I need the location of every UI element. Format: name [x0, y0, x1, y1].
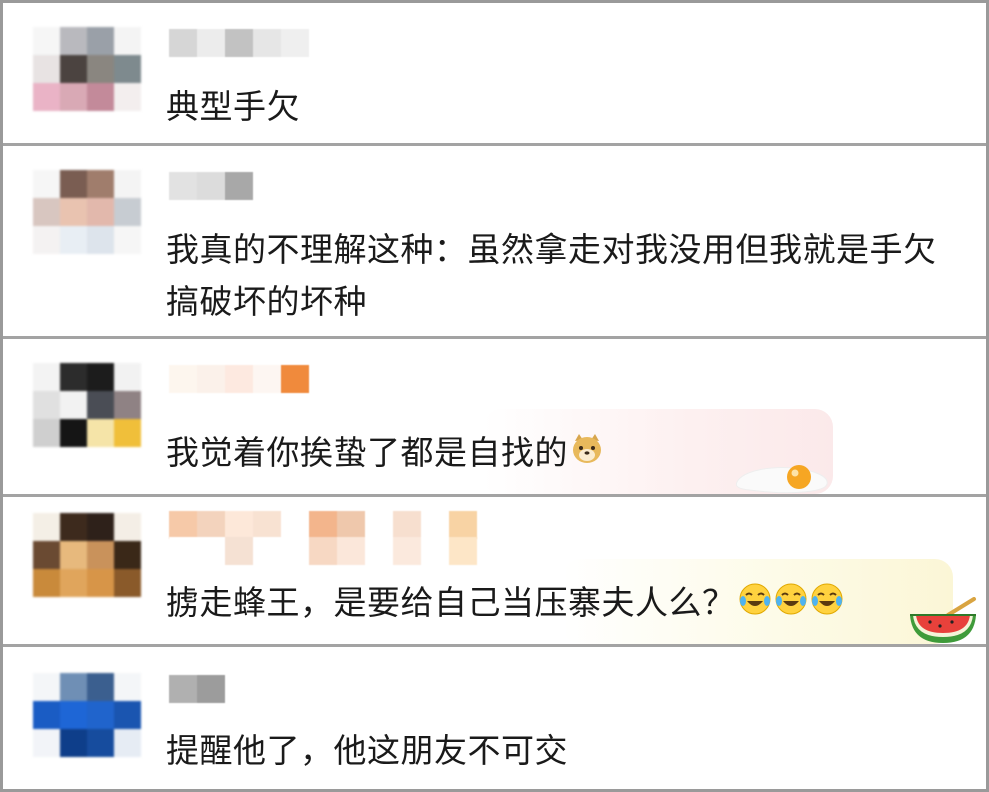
fried-egg-icon — [733, 452, 833, 494]
comment-text-body: 掳走蜂王，是要给自己当压寨夫人么？ — [166, 583, 736, 622]
avatar[interactable] — [33, 673, 141, 757]
avatar[interactable] — [33, 27, 141, 111]
comment-item: 掳走蜂王，是要给自己当压寨夫人么？ — [3, 497, 986, 644]
avatar[interactable] — [33, 170, 141, 254]
username[interactable] — [169, 675, 225, 703]
avatar[interactable] — [33, 363, 141, 447]
comment-item: 我觉着你挨蛰了都是自找的 — [3, 339, 986, 494]
comment-text-body: 我觉着你挨蛰了都是自找的 — [166, 433, 568, 472]
username[interactable] — [169, 172, 253, 200]
username[interactable] — [169, 29, 309, 57]
comment-text: 我真的不理解这种：虽然拿走对我没用但我就是手欠搞破坏的坏种 — [166, 230, 937, 321]
avatar[interactable] — [33, 513, 141, 597]
comment-text: 掳走蜂王，是要给自己当压寨夫人么？ — [166, 577, 956, 631]
doge-emoji-icon — [570, 429, 604, 481]
username[interactable] — [169, 511, 477, 539]
comment-text: 提醒他了，他这朋友不可交 — [166, 731, 568, 770]
comment-list: 典型手欠 我真的不理解这种：虽然拿走对我没用但我就是手欠搞破坏的坏种 我觉着你挨… — [3, 3, 986, 789]
watermelon-icon — [908, 597, 980, 644]
comment-text: 典型手欠 — [166, 87, 300, 126]
laugh-cry-emoji-icon — [738, 579, 846, 631]
username-secondary — [169, 537, 477, 565]
comment-text: 我觉着你挨蛰了都是自找的 — [166, 427, 956, 481]
comment-item: 我真的不理解这种：虽然拿走对我没用但我就是手欠搞破坏的坏种 — [3, 146, 986, 336]
username[interactable] — [169, 365, 309, 393]
comment-item: 典型手欠 — [3, 3, 986, 143]
comment-item: 提醒他了，他这朋友不可交 — [3, 647, 986, 789]
